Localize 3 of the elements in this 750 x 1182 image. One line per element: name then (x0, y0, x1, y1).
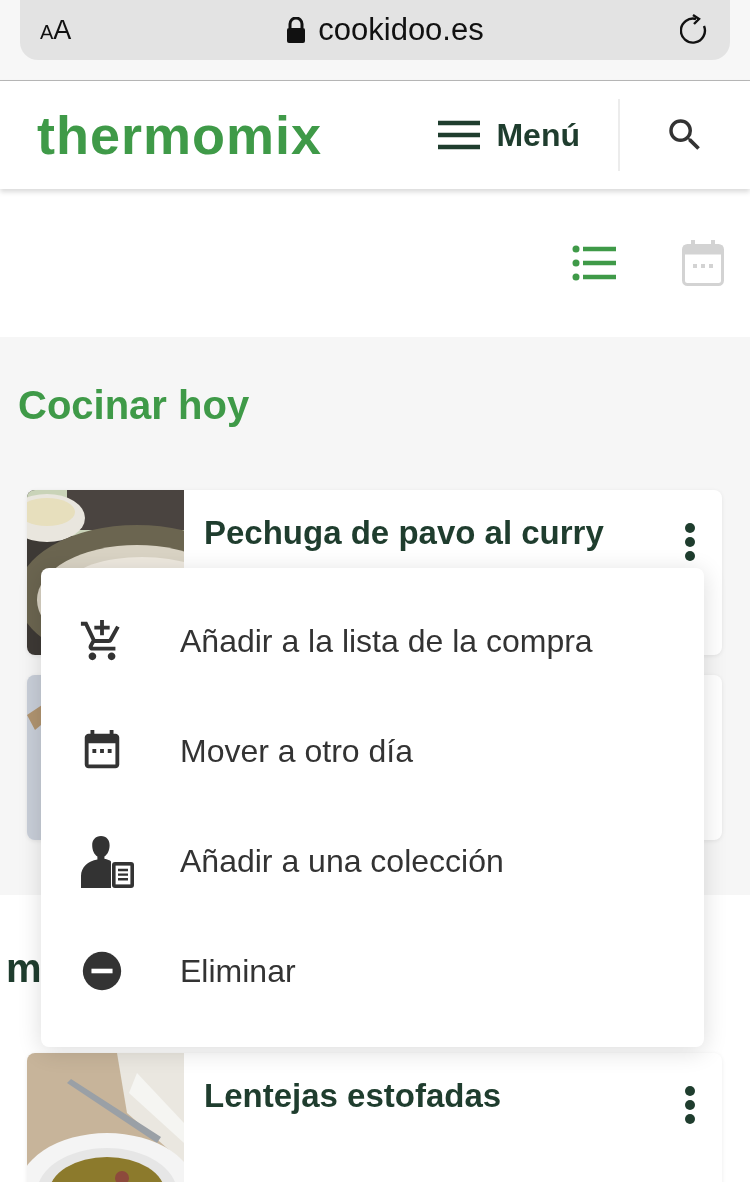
section-heading: Cocinar hoy (18, 382, 250, 428)
url-text: cookidoo.es (318, 12, 484, 48)
section-heading: m (6, 945, 42, 991)
